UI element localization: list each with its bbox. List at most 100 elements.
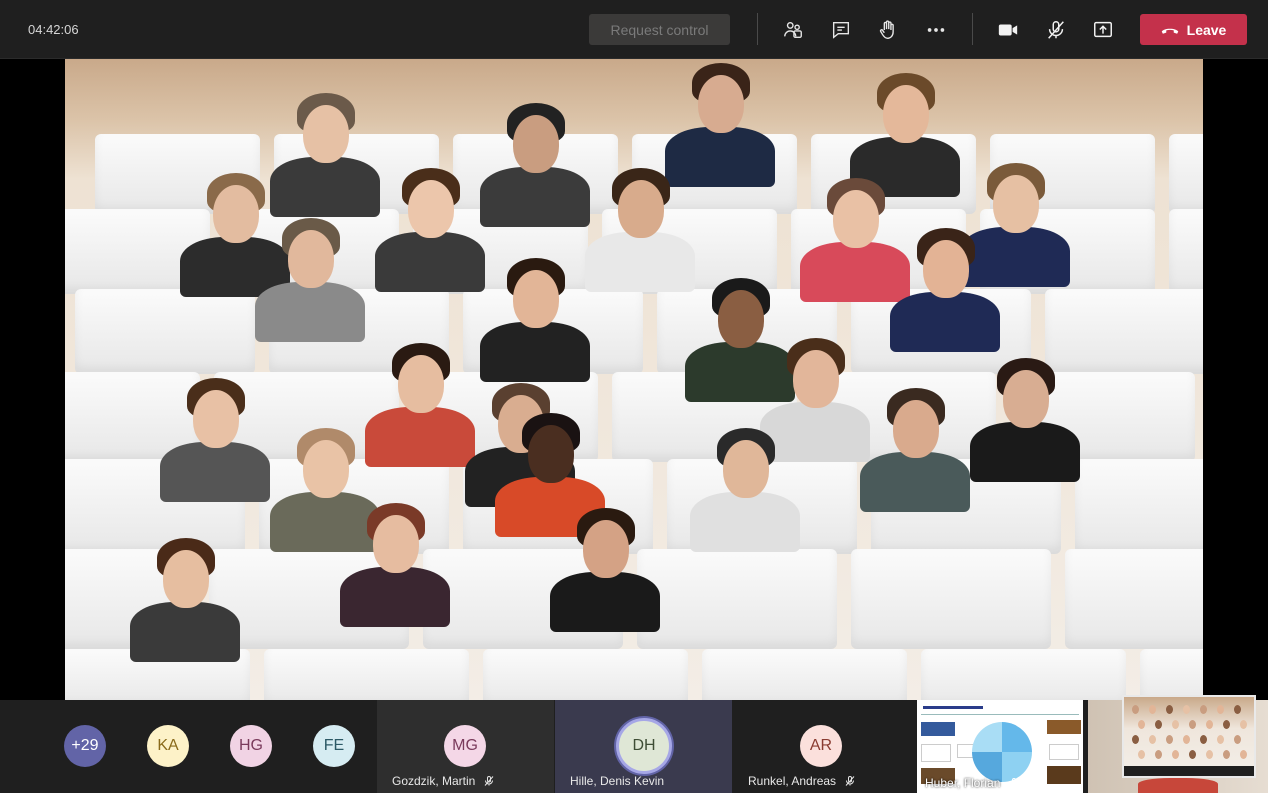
avatar-ka[interactable]: KA xyxy=(147,725,189,767)
self-view-person xyxy=(1155,750,1162,759)
request-control-button[interactable]: Request control xyxy=(589,14,730,45)
mic-muted-icon[interactable] xyxy=(1042,16,1070,44)
participant-tile-runkel[interactable]: AR Runkel, Andreas xyxy=(733,700,910,793)
person-face xyxy=(618,180,664,238)
person-face xyxy=(213,185,259,243)
self-view-person xyxy=(1166,735,1173,744)
raise-hand-icon[interactable] xyxy=(874,16,902,44)
auditorium-seat xyxy=(264,649,469,700)
overflow-participants-badge[interactable]: +29 xyxy=(64,725,106,767)
share-screen-icon[interactable] xyxy=(1089,16,1117,44)
more-options-icon[interactable] xyxy=(922,16,950,44)
auditorium-seat xyxy=(637,549,837,649)
meeting-timer: 04:42:06 xyxy=(28,22,79,37)
self-view-person xyxy=(1217,735,1224,744)
avatar-fe[interactable]: FE xyxy=(313,725,355,767)
person-torso xyxy=(970,422,1080,482)
person-face xyxy=(303,440,349,498)
self-view-person xyxy=(1206,750,1213,759)
self-view-preview[interactable] xyxy=(1122,695,1256,778)
avatar-initials: FE xyxy=(323,737,345,754)
camera-icon[interactable] xyxy=(994,16,1022,44)
participant-name: Runkel, Andreas xyxy=(748,774,856,788)
person-torso xyxy=(375,232,485,292)
avatar: MG xyxy=(444,725,486,767)
participant-name-label: Gozdzik, Martin xyxy=(392,774,476,788)
participant-strip: +29 KA HG FE MG Gozdzik, Martin DH Hille… xyxy=(0,700,1268,793)
hang-up-icon xyxy=(1161,28,1178,34)
avatar: AR xyxy=(800,725,842,767)
self-view-person xyxy=(1217,705,1224,714)
participant-name: Hille, Denis Kevin xyxy=(570,774,664,788)
person-torso xyxy=(860,452,970,512)
self-view-person xyxy=(1240,720,1247,729)
avatar-initials: HG xyxy=(239,737,263,754)
slide-cycle-diagram xyxy=(972,722,1032,782)
leave-button[interactable]: Leave xyxy=(1140,14,1247,45)
person-face xyxy=(163,550,209,608)
person-torso xyxy=(890,292,1000,352)
mic-muted-icon xyxy=(484,776,494,786)
self-view-person xyxy=(1132,705,1139,714)
participant-tile-huber[interactable]: Huber, Florian xyxy=(917,700,1083,793)
self-view-toolbar xyxy=(1124,766,1254,776)
avatar-hg[interactable]: HG xyxy=(230,725,272,767)
person-face xyxy=(883,85,929,143)
person-face xyxy=(288,230,334,288)
participant-name-label: Hille, Denis Kevin xyxy=(570,774,665,788)
participants-icon[interactable] xyxy=(779,16,807,44)
person-face xyxy=(583,520,629,578)
auditorium-seat xyxy=(851,549,1051,649)
person-torso xyxy=(160,442,270,502)
self-view-person xyxy=(1166,705,1173,714)
slide-image xyxy=(1047,720,1081,734)
person-torso xyxy=(130,602,240,662)
self-view-person xyxy=(1206,720,1213,729)
meeting-toolbar: 04:42:06 Request control Leave xyxy=(0,0,1268,59)
avatar-initials: KA xyxy=(157,737,179,754)
auditorium-seat xyxy=(1045,289,1203,374)
self-view-person xyxy=(1138,750,1145,759)
self-view-person xyxy=(1149,705,1156,714)
person-face xyxy=(513,115,559,173)
toolbar-divider xyxy=(757,13,758,45)
self-view-person xyxy=(1132,735,1139,744)
self-view-person xyxy=(1138,720,1145,729)
participant-tile-gozdzik[interactable]: MG Gozdzik, Martin xyxy=(377,700,554,793)
participant-name: Gozdzik, Martin xyxy=(392,774,495,788)
person-torso xyxy=(270,157,380,217)
person-face xyxy=(833,190,879,248)
participant-name-label: Huber, Florian xyxy=(925,776,1001,790)
slide-image xyxy=(1047,766,1081,784)
video-stage xyxy=(0,59,1268,700)
chat-icon[interactable] xyxy=(827,16,855,44)
person-face xyxy=(513,270,559,328)
slide-box xyxy=(1049,744,1079,760)
person-torso xyxy=(480,167,590,227)
auditorium-seat xyxy=(921,649,1126,700)
person-torso xyxy=(550,572,660,632)
auditorium-seat xyxy=(75,289,255,374)
person-torso xyxy=(665,127,775,187)
auditorium-seat xyxy=(1169,209,1203,294)
auditorium-seat xyxy=(1140,649,1203,700)
overflow-count: +29 xyxy=(71,737,99,754)
person-face xyxy=(303,105,349,163)
slide-image xyxy=(921,722,955,736)
person-face xyxy=(923,240,969,298)
person-torso xyxy=(685,342,795,402)
person-face xyxy=(793,350,839,408)
person-face xyxy=(398,355,444,413)
auditorium-seat xyxy=(702,649,907,700)
self-view-person xyxy=(1200,705,1207,714)
toolbar-divider xyxy=(972,13,973,45)
self-view-person xyxy=(1234,735,1241,744)
person-torso xyxy=(270,492,380,552)
person-face xyxy=(193,390,239,448)
self-view-person xyxy=(1149,735,1156,744)
person-torso xyxy=(690,492,800,552)
participant-tile-hille[interactable]: DH Hille, Denis Kevin xyxy=(555,700,732,793)
self-view-person xyxy=(1234,705,1241,714)
avatar-initials: AR xyxy=(809,737,833,754)
person-torso xyxy=(480,322,590,382)
